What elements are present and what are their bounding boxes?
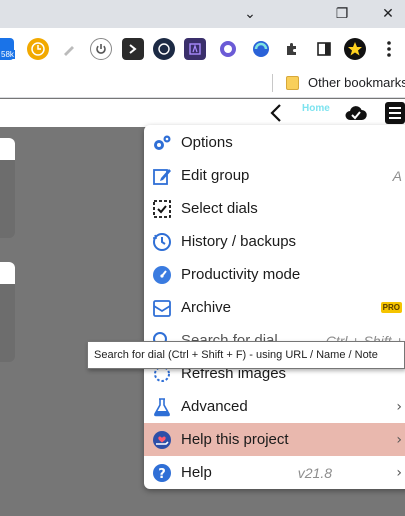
puzzle-extensions-icon[interactable] [281,38,303,60]
menu-item-label: Options [181,134,233,151]
search-tooltip: Search for dial (Ctrl + Shift + F) - usi… [87,341,405,369]
side-panel-icon[interactable] [313,38,335,60]
menu-item-options[interactable]: Options [144,126,405,159]
menu-item-select-dials[interactable]: Select dials [144,192,405,225]
menu-item-label: Edit group [181,167,250,184]
edit-icon [152,166,172,186]
speedometer-icon [152,265,172,285]
restore-button[interactable]: ❐ [326,2,358,26]
hamburger-icon [389,107,401,109]
power-extension-icon[interactable] [90,38,112,60]
pro-badge: PRO [380,302,402,313]
menu-item-label: Help this project [181,431,289,448]
chevron-down-icon: ⌄ [244,6,256,22]
archive-icon [152,298,172,318]
page-header: Home [0,99,405,127]
dropdown-menu: Options Edit group A Select dials Histor… [144,125,405,489]
menu-item-help-this-project[interactable]: Help this project › [144,423,405,456]
wallet-extension-icon[interactable] [184,38,206,60]
home-link[interactable]: Home [302,103,330,114]
chevron-right-icon: › [396,431,402,448]
swirl-extension-icon[interactable] [250,38,272,60]
chevron-right-icon: › [396,464,402,481]
bookmarks-bar: Other bookmarks [0,68,405,98]
chevron-left-icon[interactable] [266,102,286,124]
menu-item-label: Archive [181,299,232,316]
extension-badge-count: 58k [0,50,15,59]
heart-hand-icon [152,430,172,450]
folder-icon [286,76,299,90]
version-label: v21.8 [297,464,332,481]
extension-badge-icon[interactable]: 58k [0,38,15,60]
copilot-extension-icon[interactable] [217,38,239,60]
profile-avatar[interactable] [344,38,366,60]
hamburger-menu-button[interactable] [385,102,405,124]
menu-item-label: Advanced [181,398,248,415]
menu-item-edit-group[interactable]: Edit group A [144,159,405,192]
menu-item-productivity-mode[interactable]: Productivity mode [144,258,405,291]
close-window-button[interactable]: ✕ [372,2,404,26]
menu-item-advanced[interactable]: Advanced › [144,390,405,423]
minimize-button[interactable]: ⌄ [234,2,266,26]
shortcut-hint: A [392,167,402,184]
chevron-right-icon: › [396,398,402,415]
dial-card[interactable] [0,262,15,362]
clock-extension-icon[interactable] [27,38,49,60]
menu-item-label: Help [181,464,212,481]
flask-icon [152,397,172,417]
bookmarks-separator [272,74,273,92]
cloud-check-icon[interactable] [345,104,367,122]
select-icon [152,199,172,219]
menu-item-label: Productivity mode [181,266,301,283]
restore-icon: ❐ [335,6,349,22]
pen-extension-icon[interactable] [58,38,80,60]
menu-item-history-backups[interactable]: History / backups [144,225,405,258]
other-bookmarks-link[interactable]: Other bookmarks [308,75,405,90]
gears-icon [152,133,172,153]
close-icon: ✕ [382,6,394,22]
menu-item-label: Select dials [181,200,258,217]
dial-card[interactable] [0,138,15,238]
menu-item-help[interactable]: ? Help v21.8 › [144,456,405,489]
kebab-menu-icon[interactable] [378,38,400,60]
menu-item-label: History / backups [181,233,297,250]
extensions-toolbar: 58k [0,28,405,68]
forward-extension-icon[interactable] [122,38,144,60]
chatgpt-extension-icon[interactable] [153,38,175,60]
question-icon: ? [152,463,172,483]
window-titlebar: ⌄ ❐ ✕ [0,0,405,28]
svg-text:?: ? [158,467,166,482]
menu-item-archive[interactable]: Archive PRO [144,291,405,324]
history-icon [152,232,172,252]
